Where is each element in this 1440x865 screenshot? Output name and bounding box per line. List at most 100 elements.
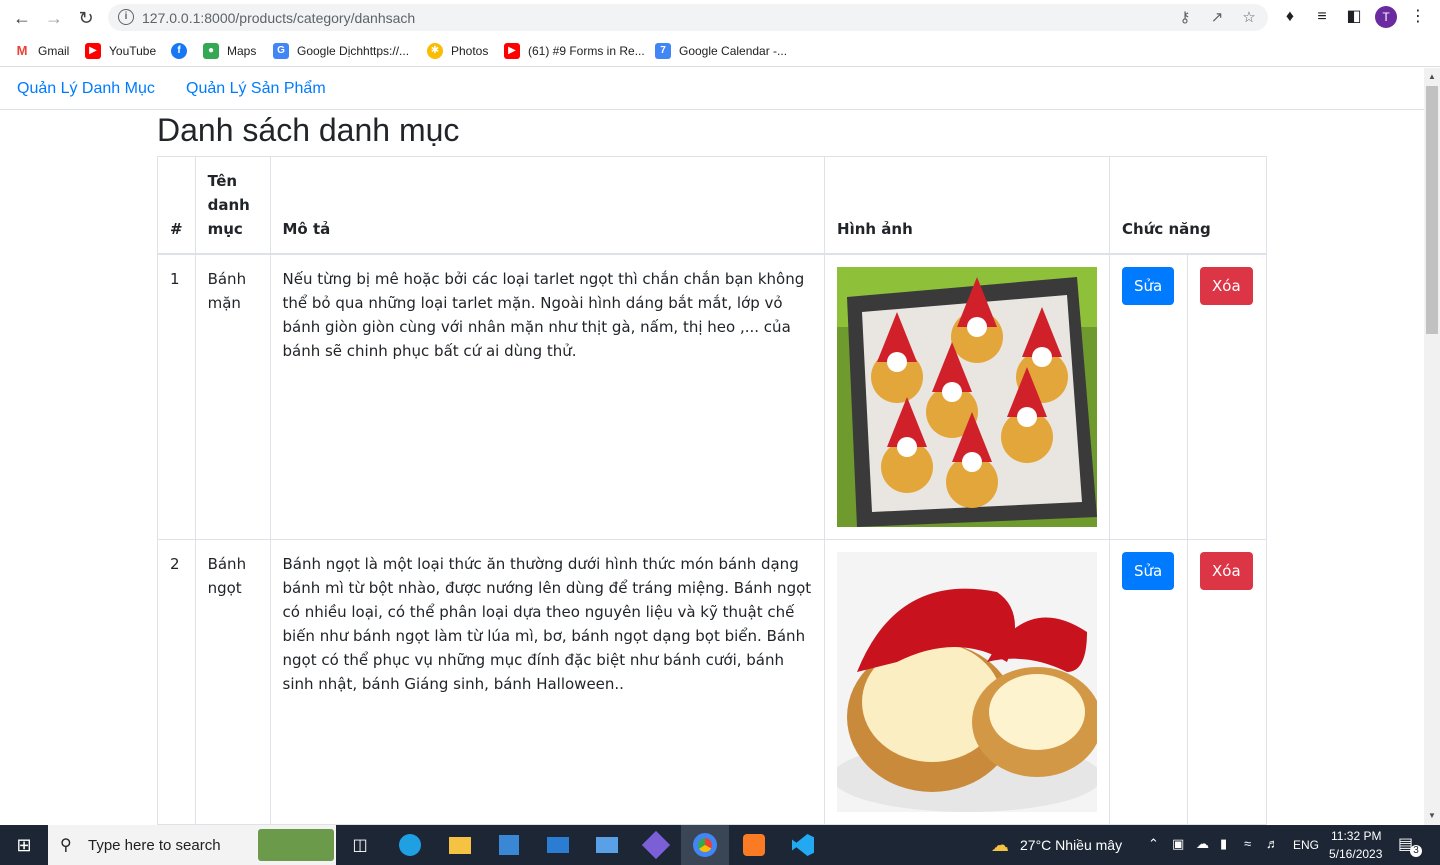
clock-time[interactable]: 11:32 PM: [1331, 829, 1381, 843]
bookmark-calendar[interactable]: 7 Google Calendar -...: [655, 41, 787, 61]
youtube-icon: ▶: [85, 43, 101, 59]
windows-taskbar: ⊞ ⚲ Type here to search ◫ ☁ 27°C Nhiều m…: [0, 825, 1440, 865]
bookmark-label: Gmail: [38, 44, 70, 58]
header-image: Hình ảnh: [824, 156, 1111, 255]
bookmark-facebook[interactable]: f: [171, 41, 195, 61]
bookmark-label: Google Dịchhttps://...: [297, 44, 410, 58]
row-delete-cell: Xóa: [1187, 253, 1267, 540]
xampp-icon[interactable]: [734, 825, 774, 865]
back-icon[interactable]: ←: [10, 6, 34, 30]
bookmark-maps[interactable]: ● Maps: [203, 41, 256, 61]
url-text[interactable]: 127.0.0.1:8000/products/category/danhsac…: [142, 10, 415, 26]
row-delete-cell: Xóa: [1187, 539, 1267, 825]
tray-chevron-icon[interactable]: ⌃: [1148, 836, 1159, 852]
bookmark-label: Photos: [451, 44, 489, 58]
row-edit-cell: Sửa: [1109, 539, 1188, 825]
profile-avatar[interactable]: T: [1375, 6, 1397, 28]
side-panel-icon[interactable]: ◧: [1344, 7, 1364, 27]
wifi-icon[interactable]: ≈: [1244, 836, 1251, 851]
top-navigation: Quản Lý Danh Mục Quản Lý Sản Phẩm: [0, 68, 1424, 110]
header-name: Tên danh mục: [194, 156, 271, 255]
windows-start-icon[interactable]: ⊞: [0, 825, 48, 865]
app-icon[interactable]: [587, 825, 627, 865]
forward-icon[interactable]: →: [42, 6, 66, 30]
battery-icon[interactable]: ▮: [1220, 836, 1227, 852]
header-description: Mô tả: [269, 156, 826, 255]
row-index: 2: [157, 539, 196, 825]
bookmarks-bar: M Gmail ▶ YouTube f ● Maps G Google Dịch…: [0, 35, 1440, 67]
row-name: Bánh ngọt: [194, 539, 271, 825]
vscode-icon[interactable]: [783, 825, 823, 865]
row-edit-cell: Sửa: [1109, 253, 1188, 540]
bookmark-photos[interactable]: ✱ Photos: [427, 41, 488, 61]
onedrive-icon[interactable]: ☁: [1196, 836, 1209, 852]
search-icon: ⚲: [60, 837, 72, 854]
category-table: # Tên danh mục Mô tả Hình ảnh Chức năng …: [157, 156, 1267, 825]
weather-text[interactable]: 27°C Nhiều mây: [1020, 837, 1122, 853]
bookmark-label: YouTube: [109, 44, 157, 58]
translate-icon: G: [273, 43, 289, 59]
bookmark-label: Google Calendar -...: [679, 44, 788, 58]
task-view-icon[interactable]: ◫: [340, 825, 380, 865]
site-info-icon[interactable]: i: [118, 9, 134, 25]
clock-date[interactable]: 5/16/2023: [1329, 847, 1382, 861]
nav-category-link[interactable]: Quản Lý Danh Mục: [17, 80, 155, 98]
tarlet-image: [837, 267, 1098, 527]
delete-button[interactable]: Xóa: [1200, 552, 1253, 590]
bookmark-gmail[interactable]: M Gmail: [14, 41, 69, 61]
scroll-up-icon[interactable]: ▲: [1428, 72, 1436, 81]
reading-list-icon[interactable]: ≡: [1312, 7, 1332, 27]
edit-button[interactable]: Sửa: [1122, 267, 1175, 305]
search-placeholder: Type here to search: [88, 836, 221, 854]
photos-icon: ✱: [427, 43, 443, 59]
page-title: Danh sách danh mục: [157, 112, 460, 148]
table-header-row: # Tên danh mục Mô tả Hình ảnh Chức năng: [157, 156, 1267, 255]
scrollbar-thumb[interactable]: [1426, 86, 1438, 334]
edge-icon[interactable]: [390, 825, 430, 865]
notification-count: 3: [1410, 845, 1422, 857]
extensions-icon[interactable]: ♦: [1280, 7, 1300, 27]
page-scrollbar[interactable]: ▲ ▼: [1424, 68, 1440, 825]
table-row: 2 Bánh ngọt Bánh ngọt là một loại thức ă…: [157, 539, 1267, 825]
mail-icon[interactable]: [538, 825, 578, 865]
copilot-icon[interactable]: [636, 825, 676, 865]
delete-button[interactable]: Xóa: [1200, 267, 1253, 305]
page-viewport: Quản Lý Danh Mục Quản Lý Sản Phẩm Danh s…: [0, 68, 1424, 825]
scroll-down-icon[interactable]: ▼: [1428, 811, 1436, 820]
maps-icon: ●: [203, 43, 219, 59]
address-bar[interactable]: i 127.0.0.1:8000/products/category/danhs…: [108, 4, 1268, 31]
facebook-icon: f: [171, 43, 187, 59]
bookmark-youtube-forms[interactable]: ▶ (61) #9 Forms in Re...: [504, 41, 645, 61]
nav-product-link[interactable]: Quản Lý Sản Phẩm: [186, 80, 326, 98]
row-name: Bánh mặn: [194, 253, 271, 540]
taskbar-search[interactable]: ⚲ Type here to search: [48, 825, 336, 865]
gmail-icon: M: [14, 43, 30, 59]
file-explorer-icon[interactable]: [440, 825, 480, 865]
reload-icon[interactable]: ↻: [74, 6, 98, 30]
chrome-icon[interactable]: [681, 825, 729, 865]
share-icon[interactable]: ↗: [1208, 9, 1226, 27]
row-index: 1: [157, 253, 196, 540]
row-image-cell: [824, 539, 1111, 825]
weather-icon[interactable]: ☁: [985, 825, 1015, 865]
edit-button[interactable]: Sửa: [1122, 552, 1175, 590]
store-icon[interactable]: [489, 825, 529, 865]
meet-icon[interactable]: ▣: [1172, 836, 1184, 852]
header-actions: Chức năng: [1109, 156, 1267, 255]
youtube-icon: ▶: [504, 43, 520, 59]
header-index: #: [157, 156, 196, 255]
bookmark-label: Maps: [227, 44, 257, 58]
row-image-cell: [824, 253, 1111, 540]
bookmark-youtube[interactable]: ▶ YouTube: [85, 41, 156, 61]
key-icon[interactable]: ⚷: [1176, 9, 1194, 27]
bookmark-translate[interactable]: G Google Dịchhttps://...: [273, 41, 409, 61]
row-description: Bánh ngọt là một loại thức ăn thường dướ…: [269, 539, 826, 825]
search-highlight-image: [258, 829, 334, 861]
bookmark-label: (61) #9 Forms in Re...: [528, 44, 645, 58]
star-icon[interactable]: ☆: [1240, 9, 1258, 27]
volume-icon[interactable]: ♬: [1266, 836, 1279, 851]
browser-toolbar: ← → ↻ i 127.0.0.1:8000/products/category…: [0, 0, 1440, 35]
language-indicator[interactable]: ENG: [1293, 838, 1319, 852]
row-description: Nếu từng bị mê hoặc bởi các loại tarlet …: [269, 253, 826, 540]
menu-icon[interactable]: ⋮: [1408, 7, 1428, 27]
